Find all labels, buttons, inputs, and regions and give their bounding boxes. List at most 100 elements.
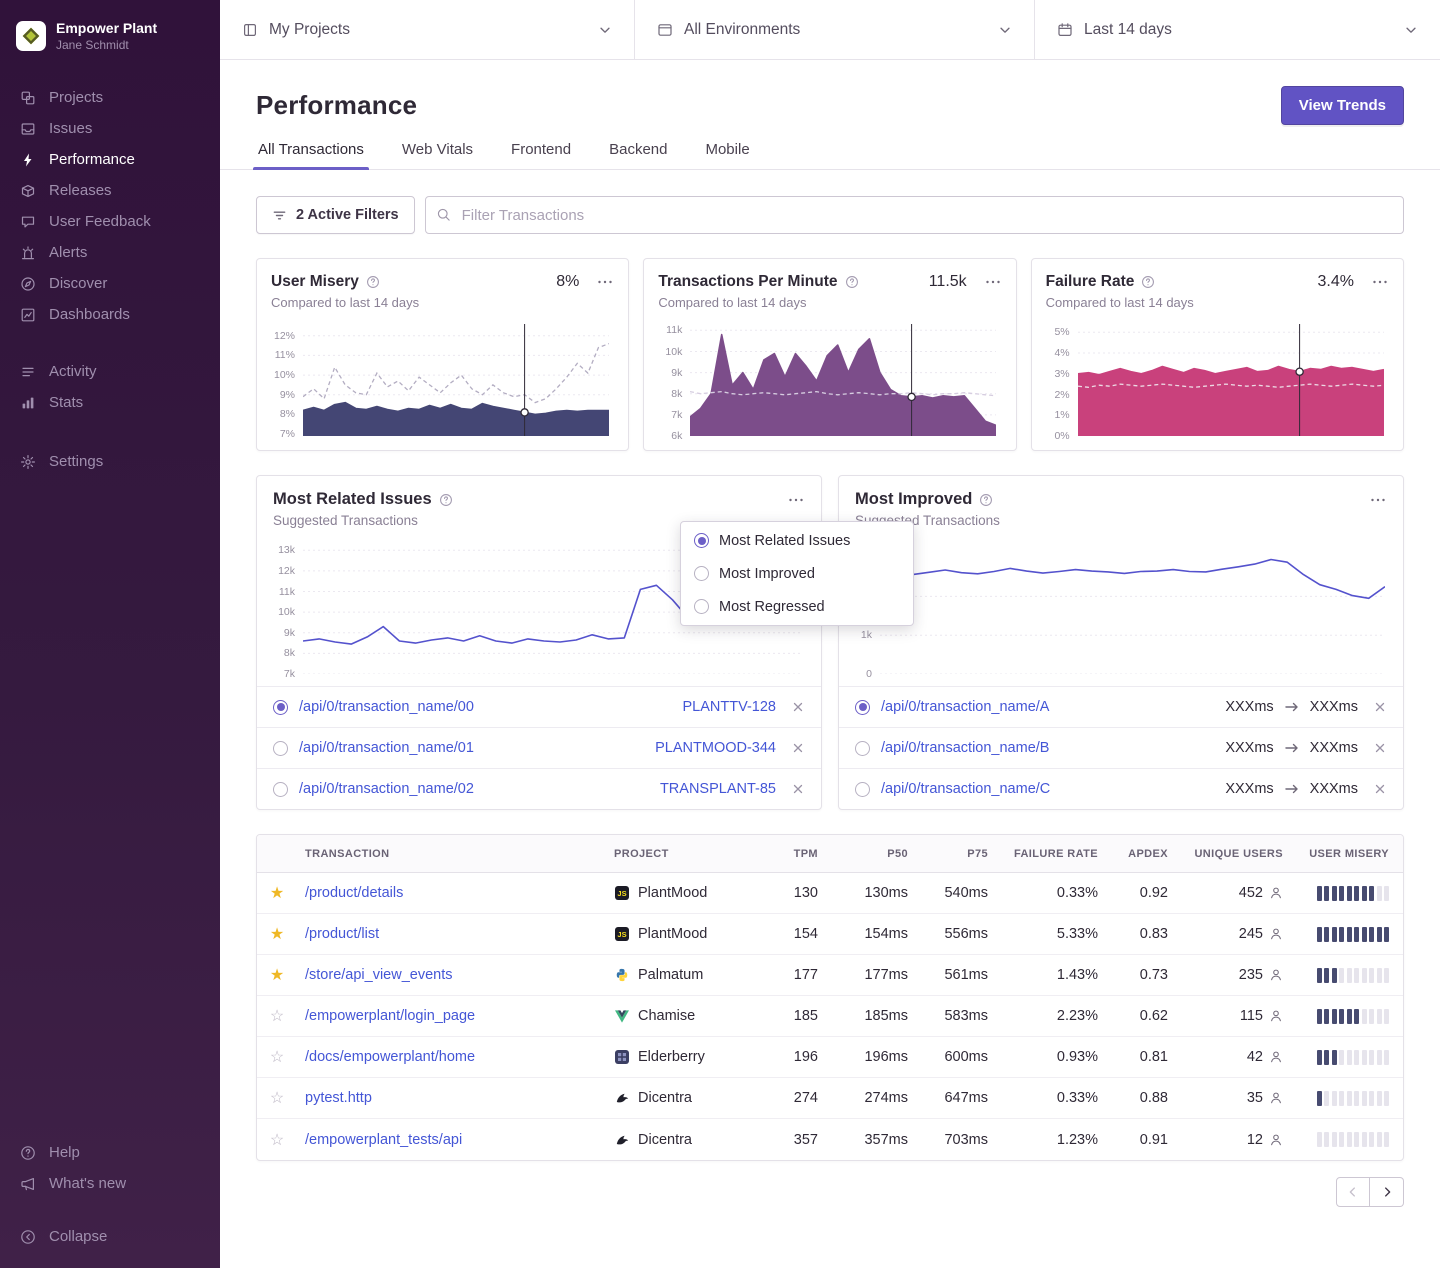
sidebar-item-activity[interactable]: Activity — [0, 356, 220, 387]
question-icon[interactable] — [439, 493, 453, 507]
tab-frontend[interactable]: Frontend — [509, 141, 573, 169]
close-icon[interactable] — [1373, 782, 1387, 796]
unique-users-value: 452 — [1176, 885, 1291, 901]
issue-link[interactable]: PLANTMOOD-344 — [655, 740, 776, 756]
p75-value: 600ms — [916, 1049, 996, 1065]
sidebar-item-user-feedback[interactable]: User Feedback — [0, 206, 220, 237]
sidebar-item-discover[interactable]: Discover — [0, 268, 220, 299]
star-icon[interactable]: ★ — [257, 965, 297, 985]
ellipsis-menu-icon[interactable] — [1371, 273, 1389, 291]
tab-all-transactions[interactable]: All Transactions — [256, 141, 366, 169]
dropdown-option-most-regressed[interactable]: Most Regressed — [681, 590, 913, 623]
javascript-project-icon: JS — [614, 927, 630, 941]
card-subtitle: Suggested Transactions — [839, 513, 1403, 528]
issue-link[interactable]: TRANSPLANT-85 — [660, 781, 776, 797]
column-header-failure-rate[interactable]: FAILURE RATE — [996, 848, 1106, 860]
transaction-link[interactable]: /api/0/transaction_name/B — [881, 740, 1049, 756]
column-header-tpm[interactable]: TPM — [756, 848, 826, 860]
ellipsis-menu-icon[interactable] — [1369, 491, 1387, 509]
column-header-p75[interactable]: P75 — [916, 848, 996, 860]
org-name: Empower Plant — [56, 20, 157, 36]
project-selector[interactable]: My Projects — [220, 0, 635, 59]
projects-icon — [19, 90, 37, 106]
radio-button[interactable] — [273, 741, 288, 756]
previous-page-button[interactable] — [1336, 1177, 1370, 1207]
sidebar-item-alerts[interactable]: Alerts — [0, 237, 220, 268]
person-icon — [1269, 1091, 1283, 1105]
sidebar-item-releases[interactable]: Releases — [0, 175, 220, 206]
column-header-user-misery[interactable]: USER MISERY — [1291, 848, 1403, 860]
transaction-link[interactable]: /api/0/transaction_name/01 — [299, 740, 474, 756]
star-icon[interactable]: ☆ — [257, 1047, 297, 1067]
person-icon — [1269, 1133, 1283, 1147]
tab-backend[interactable]: Backend — [607, 141, 669, 169]
next-page-button[interactable] — [1370, 1177, 1404, 1207]
project-name: Palmatum — [638, 967, 703, 983]
view-trends-button[interactable]: View Trends — [1281, 86, 1404, 125]
transaction-link[interactable]: /api/0/transaction_name/A — [881, 699, 1049, 715]
transaction-link[interactable]: pytest.http — [305, 1090, 372, 1106]
question-icon[interactable] — [845, 275, 859, 289]
sidebar-item-stats[interactable]: Stats — [0, 387, 220, 418]
ellipsis-menu-icon[interactable] — [596, 273, 614, 291]
radio-button[interactable] — [855, 700, 870, 715]
question-icon[interactable] — [366, 275, 380, 289]
transaction-link[interactable]: /api/0/transaction_name/00 — [299, 699, 474, 715]
sidebar-item-help[interactable]: Help — [0, 1137, 220, 1168]
transaction-link[interactable]: /empowerplant_tests/api — [305, 1132, 462, 1148]
dropdown-option-most-related-issues[interactable]: Most Related Issues — [681, 524, 913, 557]
sidebar-item-what-s-new[interactable]: What's new — [0, 1168, 220, 1199]
column-header-unique-users[interactable]: UNIQUE USERS — [1176, 848, 1291, 860]
transaction-link[interactable]: /docs/empowerplant/home — [305, 1049, 475, 1065]
transaction-link[interactable]: /store/api_view_events — [305, 967, 453, 983]
sidebar-item-issues[interactable]: Issues — [0, 113, 220, 144]
close-icon[interactable] — [791, 782, 805, 796]
sidebar-item-dashboards[interactable]: Dashboards — [0, 299, 220, 330]
column-header-transaction[interactable]: TRANSACTION — [297, 848, 606, 860]
transaction-link[interactable]: /product/details — [305, 885, 403, 901]
transaction-link[interactable]: /empowerplant/login_page — [305, 1008, 475, 1024]
filter-transactions-input[interactable] — [425, 196, 1404, 234]
close-icon[interactable] — [1373, 741, 1387, 755]
sidebar-item-collapse[interactable]: Collapse — [0, 1221, 220, 1252]
close-icon[interactable] — [791, 741, 805, 755]
radio-button[interactable] — [855, 782, 870, 797]
dropdown-option-most-improved[interactable]: Most Improved — [681, 557, 913, 590]
environment-selector[interactable]: All Environments — [635, 0, 1035, 59]
close-icon[interactable] — [1373, 700, 1387, 714]
question-icon[interactable] — [979, 493, 993, 507]
org-switcher[interactable]: Empower Plant Jane Schmidt — [0, 14, 220, 58]
star-icon[interactable]: ☆ — [257, 1130, 297, 1150]
issue-link[interactable]: PLANTTV-128 — [683, 699, 777, 715]
star-icon[interactable]: ☆ — [257, 1088, 297, 1108]
column-header-p50[interactable]: P50 — [826, 848, 916, 860]
column-header-apdex[interactable]: APDEX — [1106, 848, 1176, 860]
calendar-icon — [1057, 22, 1073, 38]
project-name: Dicentra — [638, 1132, 692, 1148]
star-icon[interactable]: ★ — [257, 883, 297, 903]
radio-button[interactable] — [855, 741, 870, 756]
star-icon[interactable]: ☆ — [257, 1006, 297, 1026]
radio-button[interactable] — [273, 700, 288, 715]
failure-rate-value: 1.23% — [996, 1132, 1106, 1148]
transaction-link[interactable]: /product/list — [305, 926, 379, 942]
question-icon[interactable] — [1141, 275, 1155, 289]
transaction-link[interactable]: /api/0/transaction_name/02 — [299, 781, 474, 797]
sidebar-item-projects[interactable]: Projects — [0, 82, 220, 113]
star-icon[interactable]: ★ — [257, 924, 297, 944]
transaction-link[interactable]: /api/0/transaction_name/C — [881, 781, 1050, 797]
sidebar: Empower Plant Jane Schmidt ProjectsIssue… — [0, 0, 220, 1268]
metric-chart-failure-rate: 5%4%3%2%1%0% — [1046, 324, 1389, 436]
active-filters-button[interactable]: 2 Active Filters — [256, 196, 415, 234]
date-range-selector[interactable]: Last 14 days — [1035, 0, 1440, 59]
tab-web-vitals[interactable]: Web Vitals — [400, 141, 475, 169]
p75-value: 647ms — [916, 1090, 996, 1106]
sidebar-item-performance[interactable]: Performance — [0, 144, 220, 175]
tab-mobile[interactable]: Mobile — [703, 141, 751, 169]
radio-button[interactable] — [273, 782, 288, 797]
ellipsis-menu-icon[interactable] — [984, 273, 1002, 291]
column-header-project[interactable]: PROJECT — [606, 848, 756, 860]
ellipsis-menu-icon[interactable] — [787, 491, 805, 509]
close-icon[interactable] — [791, 700, 805, 714]
sidebar-item-settings[interactable]: Settings — [0, 446, 220, 477]
